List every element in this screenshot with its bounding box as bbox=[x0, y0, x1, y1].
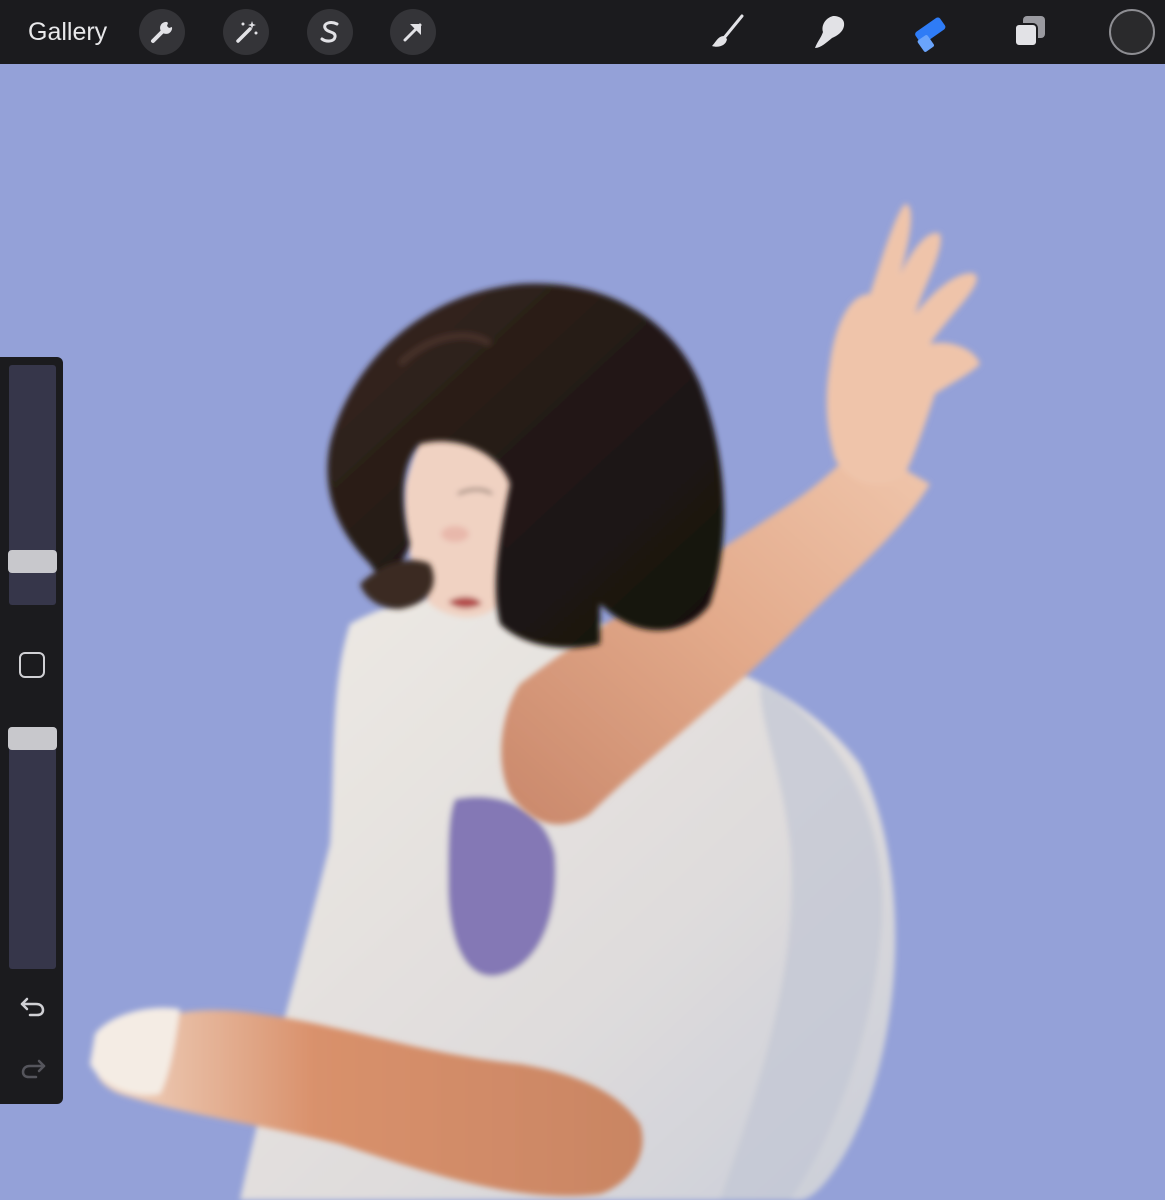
layers-button[interactable] bbox=[1009, 10, 1053, 54]
selection-button[interactable] bbox=[307, 9, 353, 55]
modify-button[interactable] bbox=[19, 652, 45, 678]
brush-size-handle[interactable] bbox=[8, 550, 57, 573]
opacity-slider[interactable] bbox=[9, 727, 56, 969]
opacity-handle[interactable] bbox=[8, 727, 57, 750]
eraser-icon bbox=[915, 17, 946, 52]
erase-tool[interactable] bbox=[908, 10, 952, 54]
layers-icon bbox=[1014, 16, 1045, 47]
redo-icon bbox=[21, 1059, 46, 1079]
procreate-app: Gallery bbox=[0, 0, 1165, 1200]
brush-icon bbox=[712, 14, 744, 47]
actions-button[interactable] bbox=[139, 9, 185, 55]
undo-icon bbox=[20, 997, 45, 1017]
paint-tool[interactable] bbox=[706, 10, 750, 54]
wrench-icon bbox=[151, 21, 173, 43]
drawing-canvas[interactable] bbox=[0, 64, 1165, 1200]
top-toolbar: Gallery bbox=[0, 0, 1165, 64]
side-toolbar bbox=[0, 357, 63, 1104]
magic-wand-icon bbox=[236, 21, 258, 43]
adjustments-button[interactable] bbox=[223, 9, 269, 55]
smudge-tool[interactable] bbox=[807, 10, 851, 54]
transform-arrow-icon bbox=[403, 23, 422, 42]
smudge-icon bbox=[815, 16, 845, 48]
redo-button[interactable] bbox=[18, 1053, 48, 1083]
artwork bbox=[0, 64, 1165, 1200]
color-picker-button[interactable] bbox=[1109, 9, 1155, 55]
undo-button[interactable] bbox=[18, 991, 48, 1021]
selection-s-icon bbox=[320, 21, 339, 43]
gallery-button[interactable]: Gallery bbox=[28, 15, 107, 49]
transform-button[interactable] bbox=[390, 9, 436, 55]
